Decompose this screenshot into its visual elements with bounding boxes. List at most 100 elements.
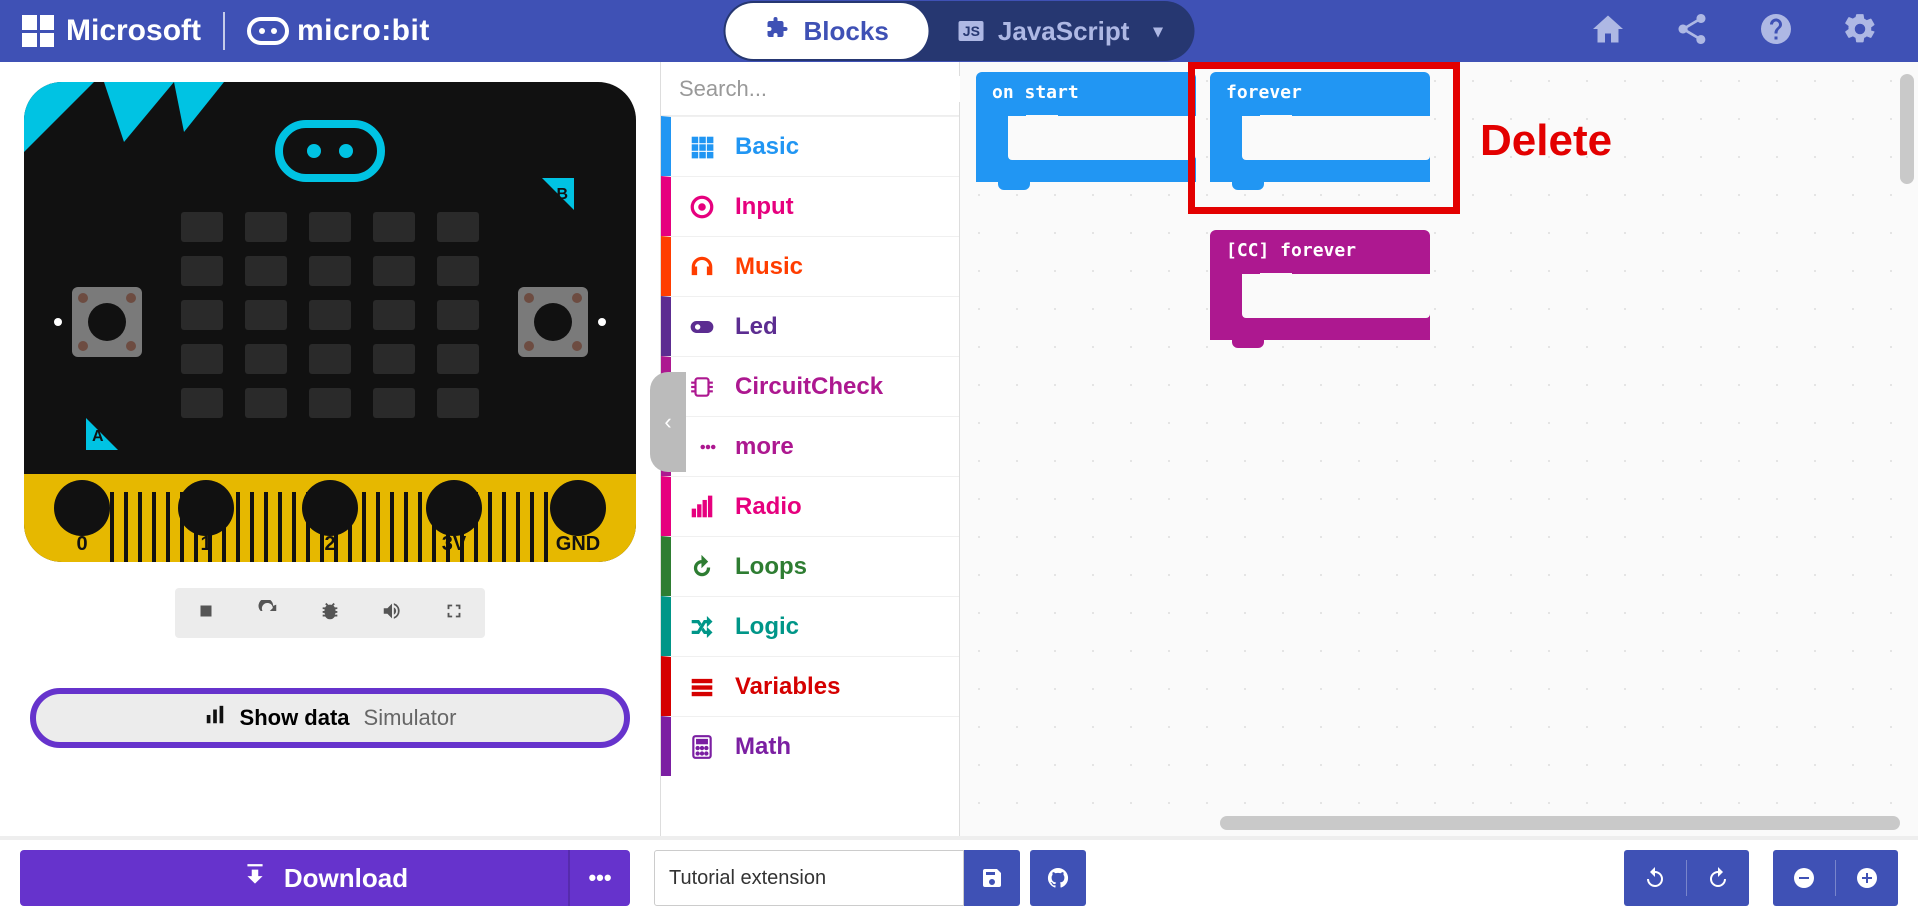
bars-icon bbox=[687, 494, 717, 520]
chevron-left-icon: ‹ bbox=[664, 409, 671, 435]
shuffle-icon bbox=[687, 614, 717, 640]
category-label: Variables bbox=[735, 673, 840, 701]
dots-icon bbox=[687, 434, 717, 460]
calc-icon bbox=[687, 734, 717, 760]
block-label: on start bbox=[976, 72, 1196, 116]
toolbox: Basic Input Music Led CircuitCheck more Radio L… bbox=[660, 62, 960, 836]
main: A B 0123VGND Show data Simulator ‹ bbox=[0, 62, 1918, 836]
microsoft-logo[interactable]: Microsoft bbox=[22, 14, 201, 48]
stop-button[interactable] bbox=[195, 600, 217, 627]
download-button[interactable]: Download ••• bbox=[20, 850, 630, 906]
category-label: Basic bbox=[735, 133, 799, 161]
category-loops[interactable]: Loops bbox=[661, 536, 959, 596]
js-badge-icon: JS bbox=[959, 21, 984, 41]
category-list: Basic Input Music Led CircuitCheck more Radio L… bbox=[661, 116, 959, 776]
microbit-board[interactable]: A B 0123VGND bbox=[24, 82, 636, 562]
delete-annotation-label: Delete bbox=[1480, 116, 1612, 166]
header-left: Microsoft micro:bit bbox=[0, 12, 430, 50]
category-label: Math bbox=[735, 733, 791, 761]
puzzle-icon bbox=[766, 16, 790, 47]
button-b[interactable] bbox=[518, 287, 588, 357]
edge-connector[interactable]: 0123VGND bbox=[24, 474, 636, 562]
category-label: Loops bbox=[735, 553, 807, 581]
undo-redo-group bbox=[1624, 850, 1749, 906]
category-basic[interactable]: Basic bbox=[661, 116, 959, 176]
category-label: CircuitCheck bbox=[735, 373, 883, 401]
debug-button[interactable] bbox=[319, 600, 341, 627]
pin-labels: 0123VGND bbox=[54, 533, 606, 556]
header: Microsoft micro:bit Blocks JS JavaScript… bbox=[0, 0, 1918, 62]
microsoft-icon bbox=[22, 15, 54, 47]
header-right bbox=[1590, 11, 1918, 52]
zoom-group bbox=[1773, 850, 1898, 906]
grid-icon bbox=[687, 134, 717, 160]
headphones-icon bbox=[687, 254, 717, 280]
category-radio[interactable]: Radio bbox=[661, 476, 959, 536]
gear-icon[interactable] bbox=[1842, 11, 1878, 52]
microbit-label: micro:bit bbox=[297, 14, 430, 48]
tab-blocks[interactable]: Blocks bbox=[726, 3, 929, 59]
block-on-start[interactable]: on start bbox=[976, 72, 1196, 182]
audio-button[interactable] bbox=[381, 600, 403, 627]
delete-annotation-box bbox=[1188, 62, 1460, 214]
microbit-face-icon bbox=[247, 17, 289, 45]
category-label: Radio bbox=[735, 493, 802, 521]
led-matrix[interactable] bbox=[181, 212, 479, 418]
refresh-button[interactable] bbox=[257, 600, 279, 627]
home-icon[interactable] bbox=[1590, 11, 1626, 52]
scrollbar-horizontal[interactable] bbox=[980, 816, 1898, 830]
button-a[interactable] bbox=[72, 287, 142, 357]
toggle-icon bbox=[687, 314, 717, 340]
category-math[interactable]: Math bbox=[661, 716, 959, 776]
download-menu-button[interactable]: ••• bbox=[568, 850, 630, 906]
chevron-down-icon[interactable]: ▾ bbox=[1153, 21, 1162, 42]
microbit-logo[interactable]: micro:bit bbox=[247, 14, 430, 48]
category-input[interactable]: Input bbox=[661, 176, 959, 236]
share-icon[interactable] bbox=[1674, 11, 1710, 52]
pin-dot-right bbox=[598, 318, 606, 326]
simulator-toolbar bbox=[175, 588, 485, 638]
flag-b-label: B bbox=[556, 186, 568, 204]
footer: Download ••• bbox=[0, 836, 1918, 916]
dots-icon: ••• bbox=[588, 865, 611, 891]
project-name-group bbox=[654, 850, 1086, 906]
board-corner-decoration bbox=[24, 82, 224, 192]
category-led[interactable]: Led bbox=[661, 296, 959, 356]
project-name-input[interactable] bbox=[654, 850, 964, 906]
collapse-simulator-button[interactable]: ‹ bbox=[650, 372, 686, 472]
simulator-pane: A B 0123VGND Show data Simulator ‹ bbox=[0, 62, 660, 836]
category-circuitcheck[interactable]: CircuitCheck bbox=[661, 356, 959, 416]
fullscreen-button[interactable] bbox=[443, 600, 465, 627]
microsoft-label: Microsoft bbox=[66, 14, 201, 48]
block--cc-forever[interactable]: [CC] forever bbox=[1210, 230, 1430, 340]
save-button[interactable] bbox=[964, 850, 1020, 906]
tab-javascript[interactable]: JS JavaScript ▾ bbox=[929, 3, 1193, 59]
redo-button[interactable] bbox=[1687, 866, 1749, 890]
download-label: Download bbox=[284, 863, 408, 894]
category-more[interactable]: more bbox=[661, 416, 959, 476]
workspace[interactable]: on startforever[CC] forever Delete bbox=[960, 62, 1918, 836]
show-data-button[interactable]: Show data Simulator bbox=[30, 688, 630, 748]
zoom-in-button[interactable] bbox=[1836, 866, 1898, 890]
category-variables[interactable]: Variables bbox=[661, 656, 959, 716]
category-label: Input bbox=[735, 193, 794, 221]
category-logic[interactable]: Logic bbox=[661, 596, 959, 656]
show-data-label: Show data bbox=[240, 705, 350, 731]
block-label: [CC] forever bbox=[1210, 230, 1430, 274]
help-icon[interactable] bbox=[1758, 11, 1794, 52]
scrollbar-vertical[interactable] bbox=[1900, 74, 1914, 816]
category-music[interactable]: Music bbox=[661, 236, 959, 296]
category-label: Music bbox=[735, 253, 803, 281]
loop-icon bbox=[687, 554, 717, 580]
search-input[interactable] bbox=[679, 76, 967, 102]
show-data-target: Simulator bbox=[364, 705, 457, 731]
header-divider bbox=[223, 12, 225, 50]
github-button[interactable] bbox=[1030, 850, 1086, 906]
bar-chart-icon bbox=[204, 704, 226, 732]
zoom-out-button[interactable] bbox=[1773, 866, 1835, 890]
undo-button[interactable] bbox=[1624, 866, 1686, 890]
flag-a-label: A bbox=[92, 428, 104, 446]
tabs-pill: Blocks JS JavaScript ▾ bbox=[724, 1, 1195, 61]
board-face-icon bbox=[275, 120, 385, 182]
tab-blocks-label: Blocks bbox=[804, 16, 889, 47]
